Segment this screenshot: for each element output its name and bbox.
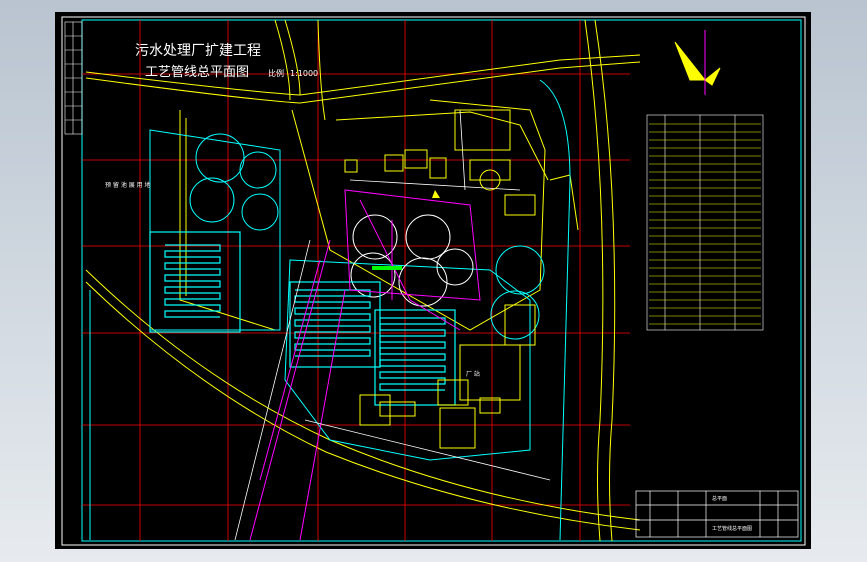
scale-value: 1:1000 <box>290 69 318 78</box>
reserved-land-note: 预 留 池 展 用 地 <box>105 181 151 189</box>
title-block-name: 工艺管线总平面图 <box>712 525 752 532</box>
cad-viewport[interactable]: 污水处理厂扩建工程 工艺管线总平面图 比例 1:1000 预 留 池 展 用 地… <box>0 0 867 562</box>
title-block-top: 总平面 <box>712 495 727 502</box>
drawing-title: 污水处理厂扩建工程 <box>135 43 261 59</box>
drawing-subtitle: 工艺管线总平面图 <box>145 65 249 80</box>
scale-label: 比例 <box>268 68 284 78</box>
highlight-pipe <box>372 266 402 270</box>
building-label: 厂 站 <box>466 370 480 378</box>
drawing-canvas: 污水处理厂扩建工程 工艺管线总平面图 比例 1:1000 预 留 池 展 用 地… <box>0 0 867 562</box>
